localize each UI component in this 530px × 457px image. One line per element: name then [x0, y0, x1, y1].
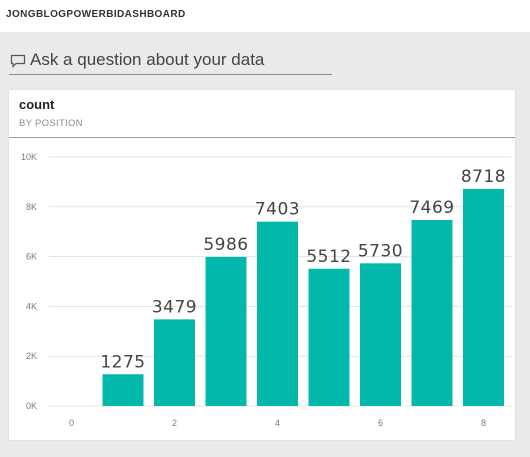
bar[interactable] [257, 221, 298, 406]
y-tick-label: 4K [26, 301, 37, 311]
bar[interactable] [154, 319, 195, 406]
data-label: 5986 [203, 235, 248, 255]
x-tick-label: 0 [69, 418, 74, 428]
qna-search-box[interactable]: Ask a question about your data [9, 48, 332, 75]
bar-chart: 0K 2K 4K 6K 8K 10K 0 2 4 6 8 1275 3479 5986 7403 5512 57… [21, 152, 511, 428]
data-label: 7403 [255, 200, 300, 220]
x-tick-label: 4 [275, 418, 280, 428]
chat-bubble-icon [10, 54, 26, 68]
data-label: 5730 [358, 241, 403, 261]
top-bar: JONGBLOGPOWERBIDASHBOARD [0, 0, 530, 32]
chart-tile[interactable]: count BY POSITION 0K 2K 4K 6K 8K 10K 0 2 4 6 8 1275… [9, 90, 515, 440]
qna-prompt-text[interactable]: Ask a question about your data [30, 50, 264, 70]
y-tick-label: 0K [26, 401, 37, 411]
x-tick-label: 2 [172, 418, 177, 428]
data-label: 8718 [461, 167, 506, 187]
dashboard-title: JONGBLOGPOWERBIDASHBOARD [6, 9, 186, 20]
bar[interactable] [102, 374, 144, 406]
bar[interactable] [411, 220, 453, 406]
bar[interactable] [308, 268, 350, 406]
y-tick-label: 6K [26, 252, 37, 262]
data-label: 5512 [306, 247, 351, 267]
bar[interactable] [360, 263, 401, 406]
x-tick-label: 6 [378, 418, 383, 428]
x-tick-label: 8 [481, 418, 486, 428]
data-label: 7469 [409, 198, 454, 218]
data-label: 3479 [152, 297, 197, 317]
bar[interactable] [205, 256, 247, 406]
bar[interactable] [463, 188, 504, 406]
y-tick-label: 10K [21, 152, 37, 162]
y-tick-label: 2K [26, 351, 37, 361]
data-label: 1275 [100, 352, 145, 372]
y-tick-label: 8K [26, 202, 37, 212]
